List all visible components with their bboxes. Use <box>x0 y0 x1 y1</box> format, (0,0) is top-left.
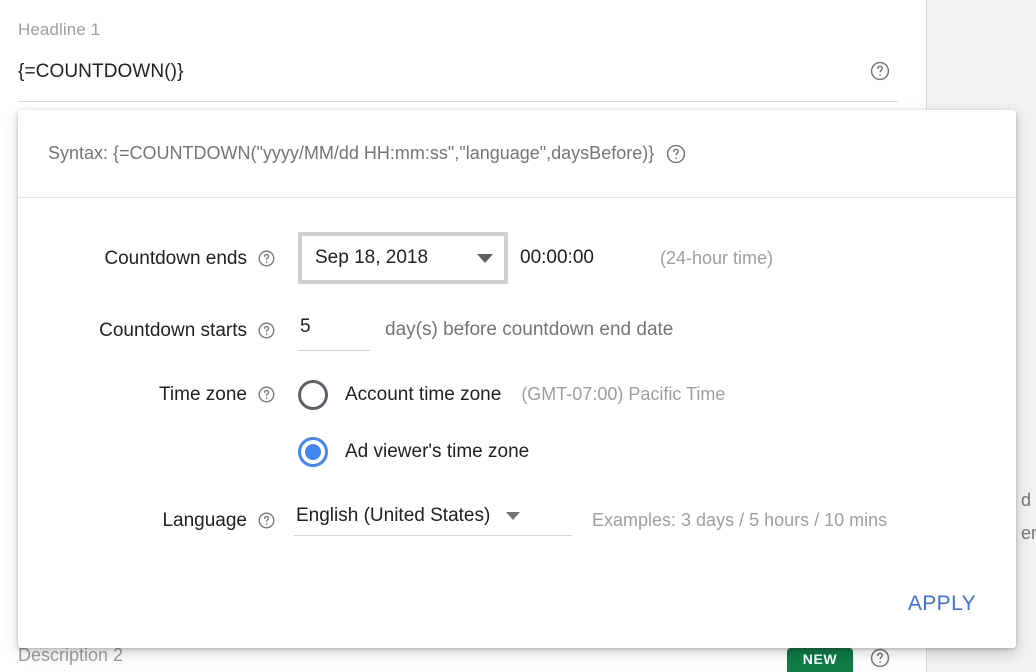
language-examples-note: Examples: 3 days / 5 hours / 10 mins <box>592 510 887 531</box>
dialog-actions: APPLY <box>896 583 988 625</box>
language-selected-value: English (United States) <box>296 505 490 527</box>
radio-account-time-zone-label[interactable]: Account time zone <box>345 384 501 406</box>
apply-button[interactable]: APPLY <box>896 583 988 625</box>
account-time-zone-note: (GMT-07:00) Pacific Time <box>521 384 725 405</box>
countdown-days-before-suffix: day(s) before countdown end date <box>385 319 673 341</box>
language-row: Language English (United States) Example… <box>18 480 1016 560</box>
time-zone-label: Time zone <box>159 385 247 404</box>
radio-ad-viewer-time-zone-label[interactable]: Ad viewer's time zone <box>345 441 529 463</box>
countdown-ends-content: Sep 18, 2018 00:00:00 (24-hour time) <box>276 232 1016 284</box>
countdown-ends-label-group: Countdown ends <box>18 249 276 268</box>
time-zone-option-ad-viewer[interactable]: Ad viewer's time zone <box>276 437 1016 467</box>
countdown-starts-label: Countdown starts <box>99 321 247 340</box>
headline-field-label: Headline 1 <box>18 20 100 40</box>
radio-ad-viewer-time-zone[interactable] <box>298 437 328 467</box>
time-zone-option-account[interactable]: Account time zone (GMT-07:00) Pacific Ti… <box>276 380 1016 410</box>
countdown-end-date-value: Sep 18, 2018 <box>315 247 428 269</box>
countdown-end-time-value[interactable]: 00:00:00 <box>520 247 594 269</box>
headline-field-value[interactable]: {=COUNTDOWN()} <box>18 61 184 83</box>
syntax-text: Syntax: {=COUNTDOWN("yyyy/MM/dd HH:mm:ss… <box>48 143 654 164</box>
headline-field-underline <box>18 101 898 102</box>
countdown-starts-label-group: Countdown starts <box>18 321 276 340</box>
language-label-group: Language <box>18 511 276 530</box>
syntax-help-icon[interactable] <box>665 143 687 165</box>
countdown-starts-content: day(s) before countdown end date <box>276 309 1016 351</box>
countdown-days-before-input[interactable] <box>298 309 370 351</box>
description-field-label: Description 2 <box>18 645 123 666</box>
chevron-down-icon <box>506 512 520 520</box>
new-badge: NEW <box>787 648 853 672</box>
time-zone-row: Time zone Account time zone (GMT-07:00) … <box>18 366 1016 423</box>
help-circle-icon <box>869 60 891 82</box>
language-select[interactable]: English (United States) <box>294 505 572 536</box>
language-help-icon[interactable] <box>257 511 276 530</box>
language-label: Language <box>162 511 247 530</box>
countdown-ends-help-icon[interactable] <box>257 249 276 268</box>
countdown-end-time-hint: (24-hour time) <box>660 248 773 269</box>
help-circle-icon <box>869 647 891 669</box>
syntax-row: Syntax: {=COUNTDOWN("yyyy/MM/dd HH:mm:ss… <box>18 110 1016 198</box>
headline-help-icon[interactable] <box>869 60 891 82</box>
background-cut-text: d en <box>1021 484 1036 550</box>
countdown-dialog: Syntax: {=COUNTDOWN("yyyy/MM/dd HH:mm:ss… <box>18 110 1016 648</box>
dialog-body: Countdown ends Sep 18, 2018 00:00:00 (24… <box>18 198 1016 647</box>
countdown-end-date-select[interactable]: Sep 18, 2018 <box>298 232 508 284</box>
countdown-starts-row: Countdown starts day(s) before countdown… <box>18 294 1016 366</box>
description-help-icon[interactable] <box>869 647 891 669</box>
time-zone-row-second: Ad viewer's time zone <box>18 423 1016 480</box>
time-zone-help-icon[interactable] <box>257 385 276 404</box>
chevron-down-icon <box>477 254 493 263</box>
language-content: English (United States) Examples: 3 days… <box>276 505 1016 536</box>
time-zone-label-group: Time zone <box>18 385 276 404</box>
countdown-starts-help-icon[interactable] <box>257 321 276 340</box>
countdown-ends-row: Countdown ends Sep 18, 2018 00:00:00 (24… <box>18 222 1016 294</box>
countdown-ends-label: Countdown ends <box>104 249 247 268</box>
radio-account-time-zone[interactable] <box>298 380 328 410</box>
